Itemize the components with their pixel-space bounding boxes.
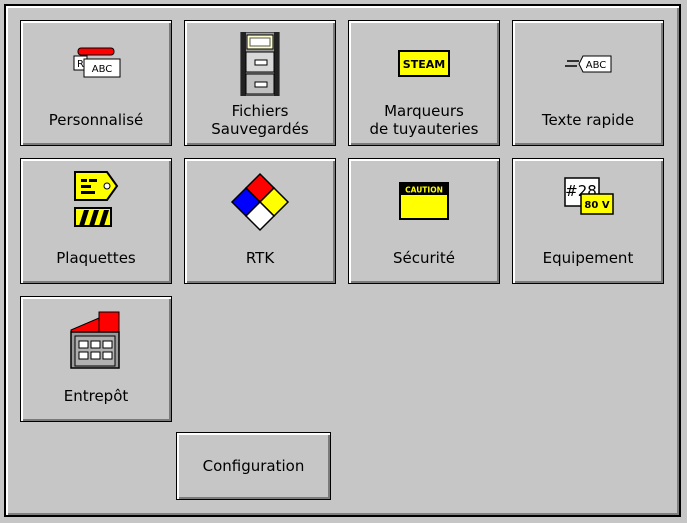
plaquettes-label: Plaquettes <box>56 249 136 267</box>
rtk-button[interactable]: RTK <box>184 158 336 284</box>
tag-icon <box>74 171 119 227</box>
fichiers-sauvegardes-label: Fichiers Sauvegardés <box>211 102 309 138</box>
caution-text: CAUTION <box>405 186 443 195</box>
file-cabinet-icon <box>240 32 280 96</box>
hazard-diamond-icon <box>230 172 290 232</box>
custom-label-r: R <box>77 59 84 70</box>
marqueurs-tuyauteries-label: Marqueurs de tuyauteries <box>369 102 479 138</box>
configuration-label: Configuration <box>202 457 305 475</box>
quick-text-abc: ABC <box>586 60 607 71</box>
configuration-button[interactable]: Configuration <box>176 432 331 500</box>
custom-label-abc: ABC <box>92 64 113 75</box>
equipment-label-icon: #28 80 V <box>564 177 614 215</box>
securite-button[interactable]: CAUTION Sécurité <box>348 158 500 284</box>
texte-rapide-label: Texte rapide <box>541 111 635 129</box>
entrepot-label: Entrepôt <box>63 387 129 405</box>
pipe-marker-icon: STEAM <box>398 50 450 77</box>
custom-label-icon: R ABC <box>73 47 121 78</box>
steam-text: STEAM <box>403 58 445 71</box>
personnalise-label: Personnalisé <box>48 111 144 129</box>
securite-label: Sécurité <box>393 249 455 267</box>
equipement-button[interactable]: #28 80 V Equipement <box>512 158 664 284</box>
personnalise-button[interactable]: R ABC Personnalisé <box>20 20 172 146</box>
fichiers-sauvegardes-button[interactable]: Fichiers Sauvegardés <box>184 20 336 146</box>
equipment-voltage: 80 V <box>584 200 609 211</box>
marqueurs-tuyauteries-button[interactable]: STEAM Marqueurs de tuyauteries <box>348 20 500 146</box>
warehouse-icon <box>70 311 120 369</box>
entrepot-button[interactable]: Entrepôt <box>20 296 172 422</box>
equipement-label: Equipement <box>542 249 634 267</box>
plaquettes-button[interactable]: Plaquettes <box>20 158 172 284</box>
texte-rapide-button[interactable]: ABC Texte rapide <box>512 20 664 146</box>
rtk-label: RTK <box>245 249 275 267</box>
caution-sign-icon: CAUTION <box>399 182 449 220</box>
quick-text-icon: ABC <box>565 55 612 73</box>
